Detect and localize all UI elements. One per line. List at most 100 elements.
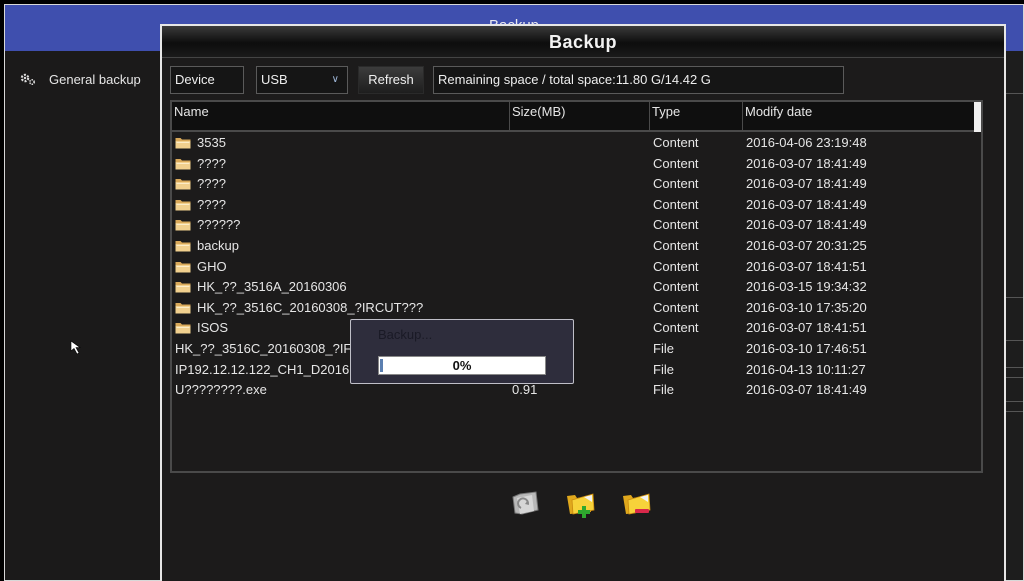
gear-icon <box>20 73 36 86</box>
chevron-down-icon: ∨ <box>331 74 339 85</box>
folder-icon <box>175 198 191 211</box>
table-header: Name Size(MB) Type Modify date <box>172 102 981 132</box>
scrollbar-thumb[interactable] <box>974 102 981 132</box>
file-name: ISOS <box>197 320 229 336</box>
file-name: U????????.exe <box>175 382 267 398</box>
backup-progress-dialog: Backup... 0% <box>350 319 574 384</box>
device-select-value: USB <box>261 72 288 87</box>
toolbar: Device USB ∨ Refresh Remaining space / t… <box>170 66 996 94</box>
column-header-date[interactable]: Modify date <box>743 102 975 130</box>
file-name: GHO <box>197 258 227 274</box>
cell-name: U????????.exe <box>175 382 267 397</box>
file-name: backup <box>197 237 239 253</box>
table-row[interactable]: GHO Content 2016-03-07 18:41:51 <box>172 256 981 277</box>
cell-date: 2016-03-10 17:46:51 <box>746 340 867 356</box>
cell-type: Content <box>653 196 699 212</box>
file-name: 3535 <box>197 135 226 150</box>
progress-label: 0% <box>452 358 472 373</box>
table-row[interactable]: HK_??_3516C_20160308_?IRCUT??? Content 201… <box>172 297 981 318</box>
cell-type: File <box>653 361 674 377</box>
cell-type: Content <box>653 279 699 295</box>
cell-type: Content <box>653 155 699 171</box>
cell-date: 2016-04-13 10:11:27 <box>746 361 866 377</box>
cell-date: 2016-03-10 17:35:20 <box>746 299 867 315</box>
cell-date: 2016-03-07 18:41:49 <box>746 196 867 212</box>
cell-name: GHO <box>175 259 227 274</box>
cell-type: Content <box>653 320 699 336</box>
background-right-panel <box>1005 51 1023 580</box>
file-name: ???? <box>197 155 226 171</box>
backup-dialog: Backup Device USB ∨ Refresh Remaining sp… <box>160 24 1006 581</box>
sidebar: General backup <box>5 51 161 580</box>
cell-date: 2016-03-07 18:41:51 <box>746 258 867 274</box>
folder-icon <box>175 301 191 314</box>
column-header-size[interactable]: Size(MB) <box>510 102 650 130</box>
cell-type: Content <box>653 299 699 315</box>
cell-name: 3535 <box>175 135 226 150</box>
file-table: Name Size(MB) Type Modify date 3535 Conte… <box>170 100 983 473</box>
space-info: Remaining space / total space:11.80 G/14… <box>433 66 844 94</box>
cell-date: 2016-03-07 20:31:25 <box>746 237 867 253</box>
add-folder-button[interactable] <box>564 486 598 520</box>
cell-date: 2016-03-07 18:41:49 <box>746 217 867 233</box>
folder-icon <box>175 218 191 231</box>
file-name: IP192.12.12.122_CH1_D2016 <box>175 361 350 377</box>
remove-folder-button[interactable] <box>620 486 654 520</box>
folder-add-icon <box>567 493 595 518</box>
sidebar-item-general-backup[interactable]: General backup <box>5 61 161 97</box>
column-header-name[interactable]: Name <box>172 102 510 130</box>
table-body: 3535 Content 2016-04-06 23:19:48???? Conten… <box>172 132 981 400</box>
cell-type: File <box>653 340 674 356</box>
cell-date: 2016-03-15 19:34:32 <box>746 279 867 295</box>
device-label: Device <box>170 66 244 94</box>
folder-icon <box>175 239 191 252</box>
cell-name: ISOS <box>175 320 228 335</box>
table-row[interactable]: ?????? Content 2016-03-07 18:41:49 <box>172 214 981 235</box>
folder-icon <box>175 260 191 273</box>
table-row[interactable]: 3535 Content 2016-04-06 23:19:48 <box>172 132 981 153</box>
mouse-cursor-icon <box>70 340 81 355</box>
cell-name: ???? <box>175 156 226 171</box>
folder-icon <box>175 321 191 334</box>
sidebar-item-label: General backup <box>49 71 141 87</box>
table-row[interactable]: U????????.exe 0.91 File 2016-03-07 18:41:49 <box>172 379 981 400</box>
folder-icon <box>175 157 191 170</box>
table-row[interactable]: ISOS Content 2016-03-07 18:41:51 <box>172 317 981 338</box>
cell-name: HK_??_3516C_20160308_?IF <box>175 341 351 356</box>
refresh-button[interactable]: Refresh <box>358 66 424 94</box>
column-header-type[interactable]: Type <box>650 102 743 130</box>
backup-icon <box>512 491 539 515</box>
table-row[interactable]: ???? Content 2016-03-07 18:41:49 <box>172 194 981 215</box>
action-bar <box>508 486 658 526</box>
cell-name: ?????? <box>175 217 240 232</box>
cell-type: Content <box>653 258 699 274</box>
table-row[interactable]: backup Content 2016-03-07 20:31:25 <box>172 235 981 256</box>
progress-bar: 0% <box>378 356 546 375</box>
progress-title: Backup... <box>378 327 433 342</box>
cell-date: 2016-04-06 23:19:48 <box>746 135 867 150</box>
cell-size: 0.91 <box>512 382 538 398</box>
device-select[interactable]: USB ∨ <box>256 66 348 94</box>
cell-type: Content <box>653 217 699 233</box>
folder-icon <box>175 177 191 190</box>
table-row[interactable]: ???? Content 2016-03-07 18:41:49 <box>172 173 981 194</box>
dialog-title: Backup <box>162 26 1004 58</box>
cell-date: 2016-03-07 18:41:51 <box>746 320 867 336</box>
file-name: ???? <box>197 176 226 192</box>
cell-date: 2016-03-07 18:41:49 <box>746 382 867 398</box>
table-row[interactable]: ???? Content 2016-03-07 18:41:49 <box>172 153 981 174</box>
cell-date: 2016-03-07 18:41:49 <box>746 176 867 192</box>
folder-icon <box>175 280 191 293</box>
table-row[interactable]: IP192.12.12.122_CH1_D2016 File 2016-04-13 … <box>172 359 981 380</box>
cell-name: HK_??_3516A_20160306 <box>175 279 347 294</box>
cell-name: IP192.12.12.122_CH1_D2016 <box>175 362 349 377</box>
cell-type: Content <box>653 135 699 150</box>
file-name: HK_??_3516A_20160306 <box>197 279 347 295</box>
table-row[interactable]: HK_??_3516C_20160308_?IF File 2016-03-10 1… <box>172 338 981 359</box>
cell-name: ???? <box>175 176 226 191</box>
cell-name: HK_??_3516C_20160308_?IRCUT??? <box>175 300 423 315</box>
file-name: ?????? <box>197 217 241 233</box>
table-row[interactable]: HK_??_3516A_20160306 Content 2016-03-15 19… <box>172 276 981 297</box>
backup-action-button[interactable] <box>508 486 542 520</box>
cell-type: Content <box>653 176 699 192</box>
